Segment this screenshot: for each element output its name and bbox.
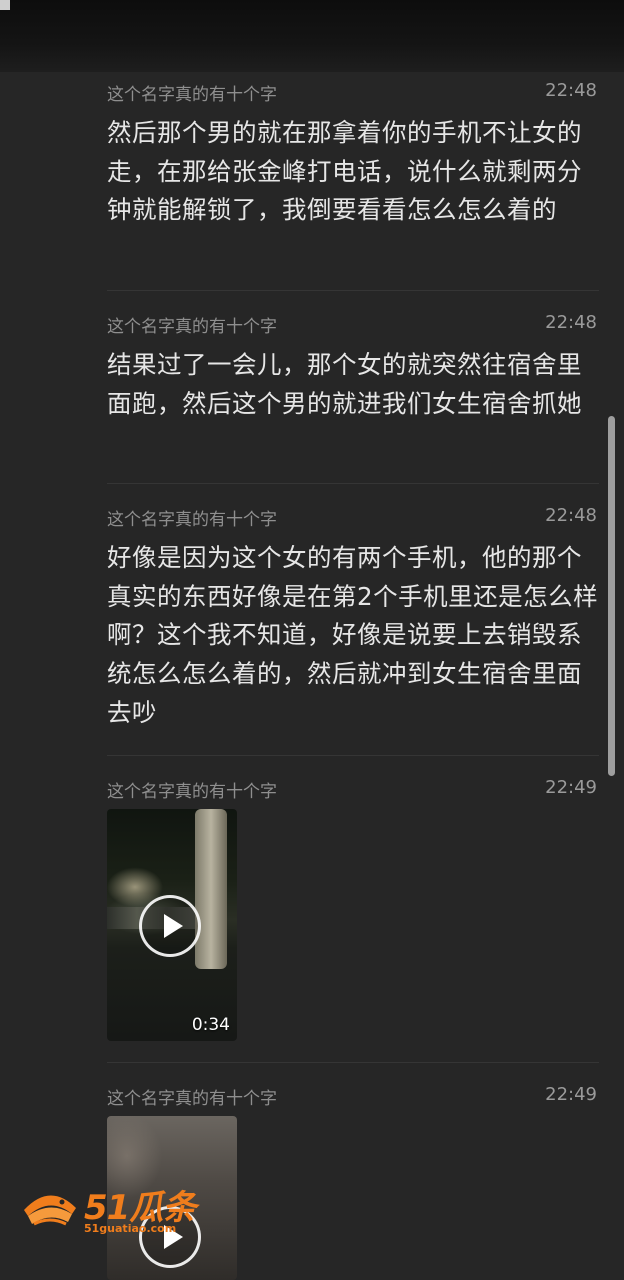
video-duration: 0:34 — [191, 1015, 230, 1035]
divider — [107, 1062, 599, 1063]
video-thumbnail[interactable]: 0:34 — [107, 809, 237, 1041]
play-icon[interactable] — [139, 895, 201, 957]
divider — [107, 290, 599, 291]
message-time: 22:48 — [545, 312, 597, 333]
message-meta: 这个名字真的有十个字 22:48 — [107, 312, 599, 337]
message-text: 然后那个男的就在那拿着你的手机不让女的走，在那给张金峰打电话，说什么就剩两分钟就… — [107, 118, 582, 225]
message-meta: 这个名字真的有十个字 22:48 — [107, 505, 599, 530]
top-bar — [0, 0, 624, 72]
corner-mark — [0, 0, 10, 10]
message-item[interactable]: 这个名字真的有十个字 22:48 结果过了一会儿，那个女的就突然往宿舍里面跑，然… — [107, 312, 599, 423]
message-meta: 这个名字真的有十个字 22:49 — [107, 1084, 599, 1109]
sender-name: 这个名字真的有十个字 — [107, 1089, 277, 1109]
sender-name: 这个名字真的有十个字 — [107, 317, 277, 337]
scrollbar[interactable] — [608, 416, 615, 776]
message-meta: 这个名字真的有十个字 22:48 — [107, 80, 599, 105]
message-item[interactable]: 这个名字真的有十个字 22:49 — [107, 777, 599, 802]
video-scene — [195, 809, 227, 969]
sender-name: 这个名字真的有十个字 — [107, 510, 277, 530]
sender-name: 这个名字真的有十个字 — [107, 85, 277, 105]
message-item[interactable]: 这个名字真的有十个字 22:48 好像是因为这个女的有两个手机，他的那个真实的东… — [107, 505, 599, 733]
message-item[interactable]: 这个名字真的有十个字 22:48 然后那个男的就在那拿着你的手机不让女的走，在那… — [107, 80, 599, 230]
message-time: 22:48 — [545, 80, 597, 101]
message-time: 22:48 — [545, 505, 597, 526]
message-text: 结果过了一会儿，那个女的就突然往宿舍里面跑，然后这个男的就进我们女生宿舍抓她 — [107, 350, 582, 418]
message-time: 22:49 — [545, 777, 597, 798]
sender-name: 这个名字真的有十个字 — [107, 782, 277, 802]
message-meta: 这个名字真的有十个字 22:49 — [107, 777, 599, 802]
watermark-domain: 51guatiao.com — [84, 1222, 177, 1235]
divider — [107, 483, 599, 484]
message-item[interactable]: 这个名字真的有十个字 22:49 — [107, 1084, 599, 1109]
chat-screen: 这个名字真的有十个字 22:48 然后那个男的就在那拿着你的手机不让女的走，在那… — [0, 0, 624, 1280]
watermark-logo: 51瓜条 51guatiao.com — [20, 1180, 220, 1240]
divider — [107, 755, 599, 756]
message-time: 22:49 — [545, 1084, 597, 1105]
melon-logo-icon — [24, 1195, 76, 1226]
message-text: 好像是因为这个女的有两个手机，他的那个真实的东西好像是在第2个手机里还是怎么样啊… — [107, 543, 599, 727]
